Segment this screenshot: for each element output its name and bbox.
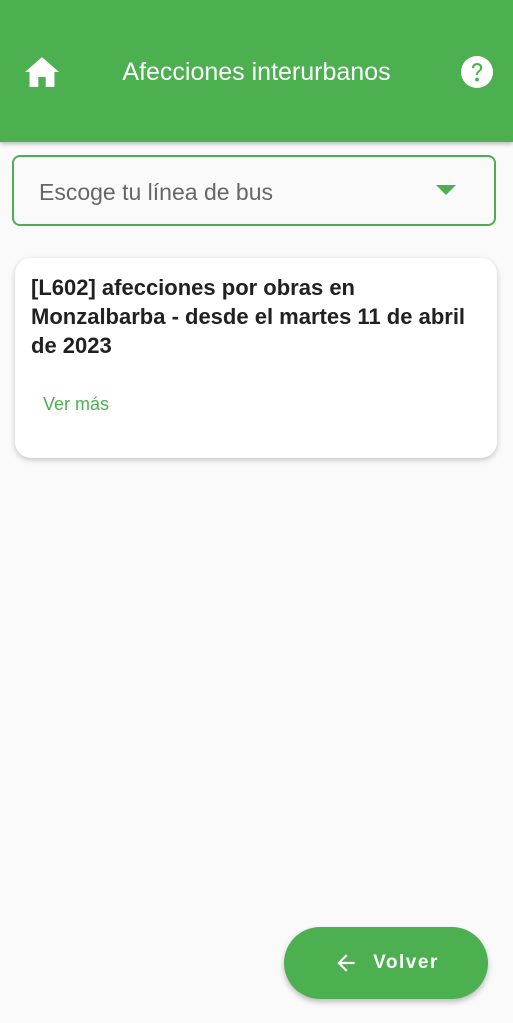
see-more-link[interactable]: Ver más xyxy=(43,394,109,415)
help-button[interactable] xyxy=(459,54,495,90)
notice-card: [L602] afecciones por obras en Monzalbar… xyxy=(15,258,497,458)
app-bar: Afecciones interurbanos xyxy=(0,0,513,142)
dropdown-placeholder: Escoge tu línea de bus xyxy=(39,179,273,205)
notice-title: [L602] afecciones por obras en Monzalbar… xyxy=(31,275,466,358)
arrow-left-icon xyxy=(337,954,355,972)
help-icon xyxy=(461,56,493,88)
back-button[interactable]: Volver xyxy=(284,927,488,999)
dropdown-caret-icon xyxy=(436,185,456,195)
page-title: Afecciones interurbanos xyxy=(122,58,391,86)
bus-line-dropdown[interactable]: Escoge tu línea de bus xyxy=(12,155,496,226)
back-button-label: Volver xyxy=(373,952,439,973)
